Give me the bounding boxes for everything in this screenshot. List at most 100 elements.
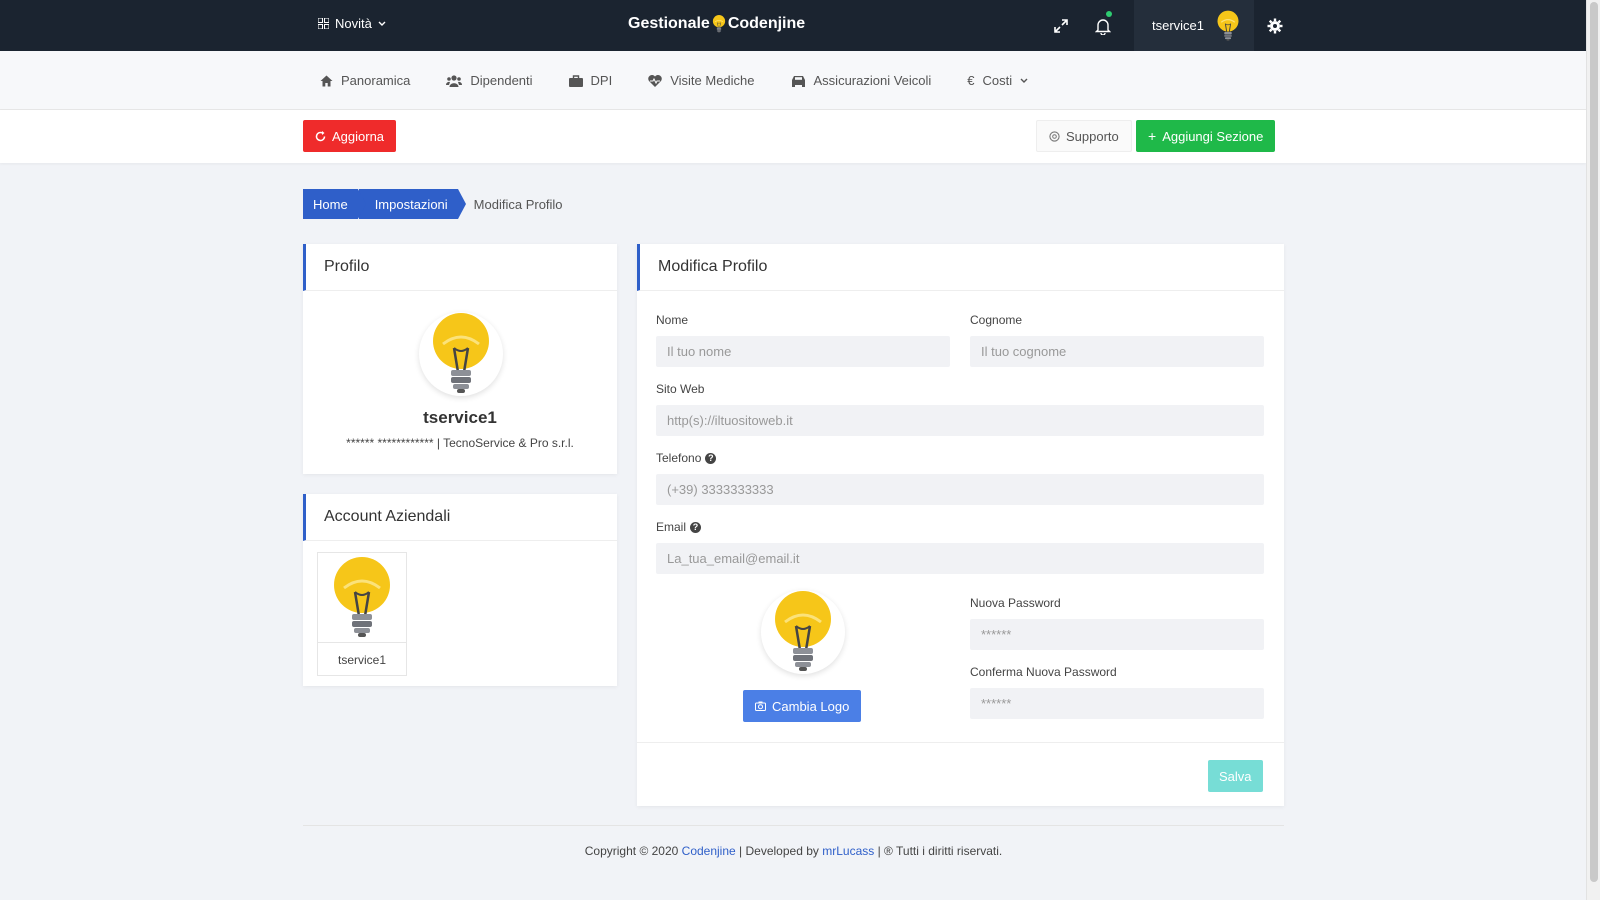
profile-company: ****** ************ | TecnoService & Pro…: [346, 436, 574, 450]
footer-developed-by: | Developed by: [739, 844, 819, 858]
nav-assicurazioni-veicoli[interactable]: Assicurazioni Veicoli: [791, 73, 932, 88]
footer-divider: [303, 825, 1284, 826]
nav-dipendenti-label: Dipendenti: [470, 73, 533, 88]
breadcrumb-current: Modifica Profilo: [473, 196, 563, 212]
save-label: Salva: [1219, 768, 1252, 784]
sito-web-input[interactable]: [656, 405, 1264, 436]
expand-icon: [1054, 18, 1068, 33]
scrollbar-thumb[interactable]: [1590, 2, 1598, 882]
nav-dipendenti[interactable]: Dipendenti: [446, 73, 533, 88]
nav-panoramica-label: Panoramica: [341, 73, 411, 88]
change-logo-label: Cambia Logo: [772, 698, 850, 714]
breadcrumb-impostazioni[interactable]: Impostazioni: [357, 189, 466, 219]
fullscreen-button[interactable]: [1040, 0, 1082, 51]
username: tservice1: [1152, 18, 1205, 33]
profile-avatar: [419, 312, 503, 396]
logo-preview: [761, 590, 845, 674]
breadcrumb-home[interactable]: Home: [303, 189, 366, 219]
user-menu[interactable]: tservice1: [1134, 0, 1255, 51]
telefono-input[interactable]: [656, 474, 1264, 505]
notifications-button[interactable]: [1082, 0, 1124, 51]
user-avatar: [1216, 10, 1240, 42]
top-bar: Novità Gestionale Codenjine tservice1: [0, 0, 1586, 51]
new-password-input[interactable]: [970, 619, 1264, 650]
home-icon: [320, 75, 333, 86]
page-scrollbar[interactable]: [1586, 0, 1600, 900]
help-icon[interactable]: ?: [705, 452, 717, 464]
refresh-icon: [315, 130, 326, 141]
edit-profile-title: Modifica Profilo: [637, 244, 1284, 291]
bulb-logo-icon: [429, 312, 493, 396]
chevron-down-icon: [1020, 78, 1028, 83]
notification-dot: [1106, 11, 1112, 17]
users-icon: [446, 74, 463, 87]
nome-label: Nome: [656, 313, 689, 327]
bell-icon: [1095, 18, 1111, 35]
confirm-password-label: Conferma Nuova Password: [970, 665, 1117, 679]
briefcase-icon: [568, 74, 583, 87]
settings-button[interactable]: [1254, 0, 1296, 51]
profile-name: tservice1: [423, 408, 497, 427]
nav-dpi[interactable]: DPI: [568, 73, 613, 88]
refresh-label: Aggiorna: [332, 128, 385, 144]
nav-dpi-label: DPI: [590, 73, 613, 88]
car-icon: [791, 75, 805, 87]
novita-menu[interactable]: Novità: [318, 16, 386, 31]
save-button[interactable]: Salva: [1208, 760, 1263, 792]
footer-codenjine-link[interactable]: Codenjine: [682, 844, 736, 858]
chevron-down-icon: [378, 21, 386, 26]
plus-icon: +: [1148, 128, 1157, 144]
footer: Copyright © 2020 Codenjine | Developed b…: [303, 844, 1284, 858]
confirm-password-input[interactable]: [970, 688, 1264, 719]
help-circle-icon: [1049, 130, 1060, 142]
main-navigation: Panoramica Dipendenti DPI Visite Mediche…: [0, 51, 1586, 110]
telefono-label: Telefono ?: [656, 451, 717, 465]
top-right-controls: tservice1: [1040, 0, 1296, 51]
email-label: Email ?: [656, 520, 702, 534]
account-tile-label: tservice1: [337, 652, 387, 667]
nav-costi-label: Costi: [982, 73, 1013, 88]
sito-web-label: Sito Web: [656, 382, 705, 396]
brand-text-gestionale: Gestionale: [628, 15, 710, 32]
heartbeat-icon: [648, 74, 662, 87]
accounts-card: Account Aziendali tservice1: [303, 494, 617, 686]
bulb-icon: [712, 14, 726, 34]
nome-input[interactable]: [656, 336, 950, 367]
refresh-button[interactable]: Aggiorna: [303, 120, 397, 152]
profile-card: Profilo tservice1 ****** ************ | …: [303, 244, 617, 474]
support-label: Supporto: [1066, 128, 1119, 144]
email-input[interactable]: [656, 543, 1264, 574]
footer-developer-link[interactable]: mrLucass: [822, 844, 874, 858]
cognome-input[interactable]: [970, 336, 1264, 367]
help-icon[interactable]: ?: [690, 521, 702, 533]
breadcrumb-home-label: Home: [313, 196, 348, 212]
change-logo-button[interactable]: Cambia Logo: [743, 690, 862, 722]
brand-text-codenjine: Codenjine: [727, 15, 806, 32]
bulb-logo-icon: [330, 556, 394, 640]
euro-icon: €: [967, 73, 975, 88]
new-password-label: Nuova Password: [970, 596, 1061, 610]
breadcrumb-impostazioni-label: Impostazioni: [374, 196, 448, 212]
bulb-logo-icon: [771, 590, 835, 674]
support-button[interactable]: Supporto: [1036, 120, 1132, 152]
profile-card-title: Profilo: [303, 244, 617, 291]
gear-icon: [1267, 18, 1283, 33]
accounts-card-title: Account Aziendali: [303, 494, 617, 541]
action-bar: Aggiorna Supporto + Aggiungi Sezione: [0, 110, 1586, 163]
add-section-label: Aggiungi Sezione: [1162, 128, 1264, 144]
footer-rights: | ® Tutti i diritti riservati.: [877, 844, 1003, 858]
nav-assicurazioni-veicoli-label: Assicurazioni Veicoli: [813, 73, 932, 88]
footer-copyright: Copyright © 2020: [584, 844, 679, 858]
grid-icon: [318, 18, 329, 29]
camera-icon: [755, 701, 766, 711]
nav-panoramica[interactable]: Panoramica: [320, 73, 410, 88]
breadcrumb: Home Impostazioni Modifica Profilo: [303, 189, 563, 219]
brand-logo[interactable]: Gestionale Codenjine: [628, 14, 805, 34]
nav-visite-mediche[interactable]: Visite Mediche: [648, 73, 755, 88]
card-divider: [637, 742, 1284, 743]
account-tile[interactable]: tservice1: [317, 552, 407, 676]
nav-costi[interactable]: € Costi: [967, 73, 1028, 88]
cognome-label: Cognome: [970, 313, 1023, 327]
novita-label: Novità: [335, 16, 372, 31]
add-section-button[interactable]: + Aggiungi Sezione: [1136, 120, 1276, 152]
